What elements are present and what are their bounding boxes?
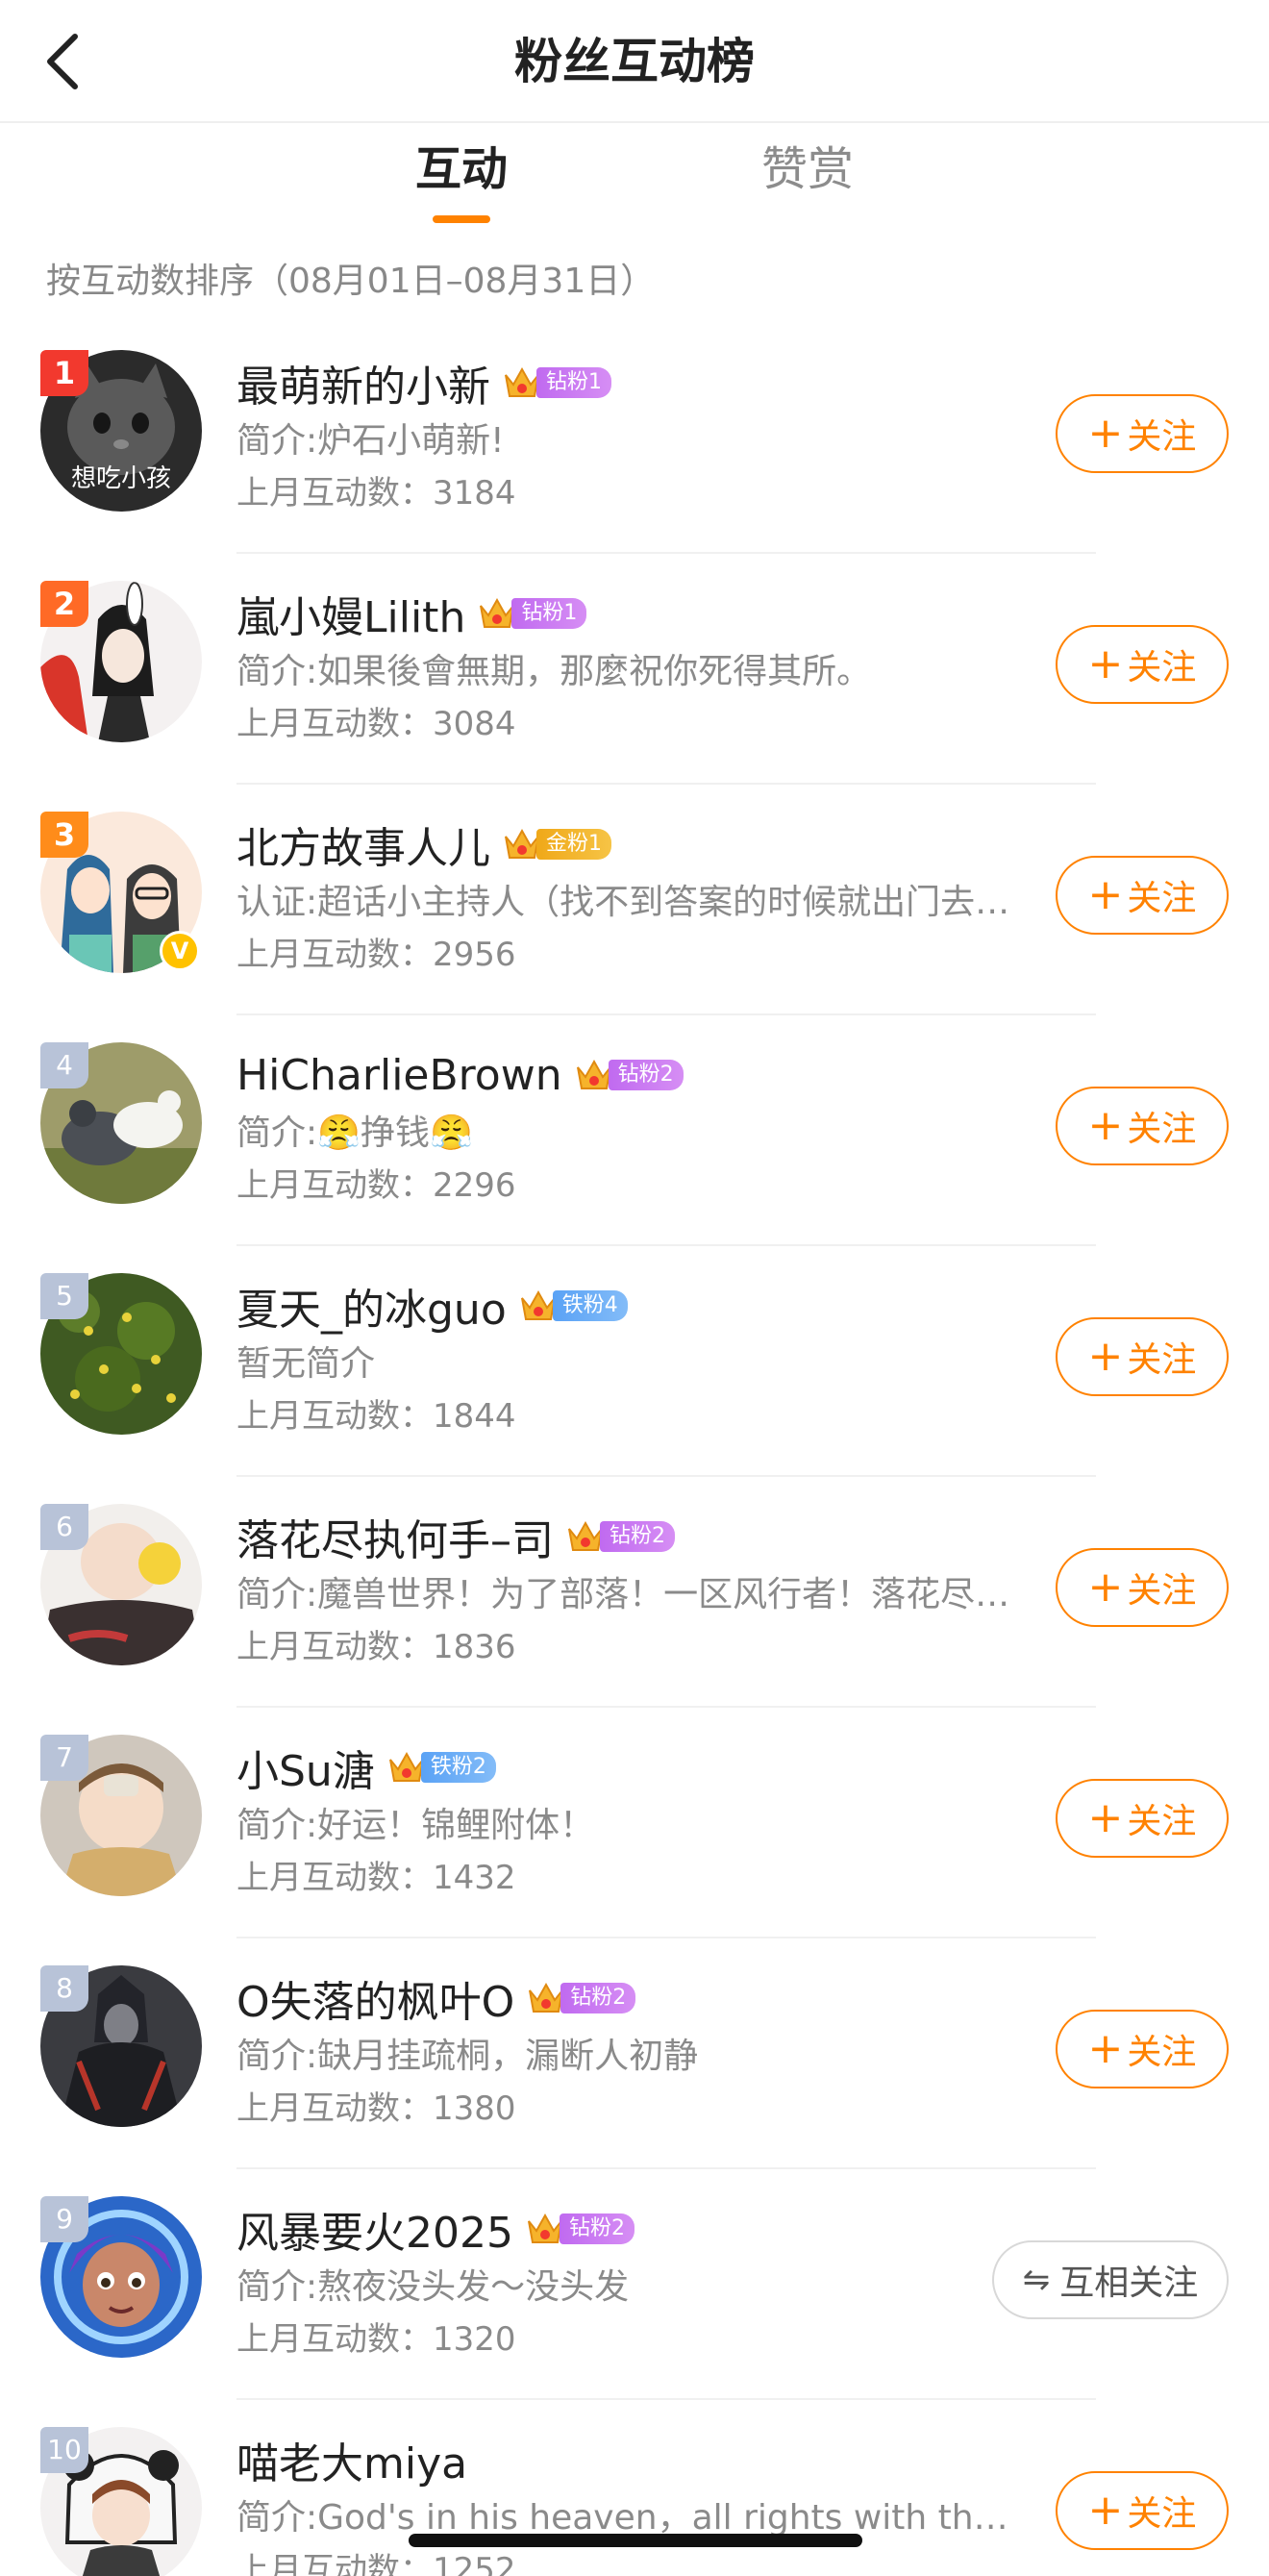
rank-badge: 8 — [40, 1965, 88, 2012]
interaction-count: 上月互动数：2956 — [236, 936, 516, 974]
username[interactable]: 喵老大miya — [236, 2429, 467, 2490]
user-bio: 简介:炉石小萌新! — [236, 421, 505, 461]
rank-badge: 1 — [40, 350, 88, 396]
follow-button[interactable]: + 关注 — [1056, 1087, 1229, 1165]
follow-button[interactable]: + 关注 — [1056, 394, 1229, 473]
rank-badge: 2 — [40, 581, 88, 627]
fan-level-badge: 钻粉1 — [502, 363, 611, 402]
plus-icon: + — [1087, 2024, 1124, 2073]
interaction-count: 上月互动数：1380 — [236, 2089, 516, 2128]
username[interactable]: HiCharlieBrown — [236, 1051, 562, 1100]
follow-button[interactable]: + 关注 — [1056, 2471, 1229, 2550]
sort-hint: 按互动数排序（08月01日–08月31日） — [46, 262, 656, 301]
mutual-follow-button[interactable]: ⇋ 互相关注 — [992, 2240, 1229, 2319]
active-tab-indicator — [433, 215, 490, 223]
list-item[interactable]: 10 喵老大miya 简介:God's in his heaven，all ri… — [0, 2400, 1269, 2576]
username[interactable]: 小Su溏 — [236, 1737, 375, 1798]
interaction-count: 上月互动数：1320 — [236, 2320, 516, 2359]
tab-bar: 互动 赞赏 — [0, 123, 1269, 229]
list-item[interactable]: 4 HiCharlieBrown 钻粉2 简介:😤挣钱😤 上月互动数：2296 … — [0, 1015, 1269, 1246]
interaction-count: 上月互动数：3084 — [236, 705, 516, 743]
home-indicator — [409, 2534, 862, 2547]
follow-button[interactable]: + 关注 — [1056, 1779, 1229, 1858]
list-item[interactable]: 2 嵐小嫚Lilith 钻粉1 简介:如果後會無期，那麼祝你死得其所。 上月互动… — [0, 554, 1269, 785]
rank-badge: 3 — [40, 812, 88, 858]
interaction-count: 上月互动数：1432 — [236, 1859, 516, 1897]
follow-button[interactable]: + 关注 — [1056, 625, 1229, 704]
follow-button[interactable]: + 关注 — [1056, 1317, 1229, 1396]
plus-icon: + — [1087, 409, 1124, 458]
username[interactable]: 北方故事人儿 — [236, 813, 490, 875]
user-bio: 简介:😤挣钱😤 — [236, 1113, 473, 1153]
fan-level-badge: 钻粉2 — [565, 1517, 675, 1556]
tab-reward[interactable]: 赞赏 — [711, 137, 904, 202]
interaction-count: 上月互动数：1844 — [236, 1397, 516, 1436]
list-item[interactable]: 6 落花尽执何手–司 钻粉2 简介:魔兽世界！为了部落！一区风行者！落花尽… 上… — [0, 1477, 1269, 1708]
interaction-count: 上月互动数：3184 — [236, 474, 516, 513]
user-bio: 认证:超话小主持人（找不到答案的时候就出门去… — [236, 883, 1010, 922]
rank-badge: 6 — [40, 1504, 88, 1550]
rank-badge: 9 — [40, 2196, 88, 2242]
list-item[interactable]: 9 风暴要火2025 钻粉2 简介:熬夜没头发～没头发 上月互动数：1320 ⇋… — [0, 2169, 1269, 2400]
fan-level-badge: 钻粉2 — [525, 2210, 634, 2248]
list-item[interactable]: 想吃小孩 1 最萌新的小新 钻粉1 简介:炉石小萌新! 上月互动数：3184 +… — [0, 323, 1269, 554]
fan-level-badge: 铁粉2 — [386, 1748, 496, 1787]
user-bio: 简介:熬夜没头发～没头发 — [236, 2267, 630, 2307]
user-bio: 暂无简介 — [236, 1344, 376, 1384]
rank-badge: 7 — [40, 1735, 88, 1781]
plus-icon: + — [1087, 870, 1124, 919]
list-item[interactable]: 5 夏天_的冰guo 铁粉4 暂无简介 上月互动数：1844 + 关注 — [0, 1246, 1269, 1477]
list-item[interactable]: 3 V 北方故事人儿 金粉1 认证:超话小主持人（找不到答案的时候就出门去… 上… — [0, 785, 1269, 1015]
interaction-count: 上月互动数：1252 — [236, 2551, 516, 2576]
plus-icon: + — [1087, 1101, 1124, 1150]
rank-badge: 10 — [40, 2427, 88, 2473]
fan-level-badge: 钻粉2 — [574, 1056, 684, 1094]
page-title: 粉丝互动榜 — [514, 34, 755, 89]
user-bio: 简介:缺月挂疏桐，漏断人初静 — [236, 2037, 699, 2076]
fan-level-badge: 钻粉2 — [526, 1979, 636, 2017]
plus-icon: + — [1087, 1563, 1124, 1612]
fan-level-badge: 金粉1 — [502, 825, 611, 863]
user-bio: 简介:好运！锦鲤附体！ — [236, 1806, 595, 1845]
tab-interaction[interactable]: 互动 — [365, 137, 558, 202]
username[interactable]: 落花尽执何手–司 — [236, 1506, 554, 1567]
interaction-count: 上月互动数：1836 — [236, 1628, 516, 1666]
username[interactable]: O失落的枫叶O — [236, 1967, 514, 2029]
follow-button[interactable]: + 关注 — [1056, 2010, 1229, 2088]
plus-icon: + — [1087, 1793, 1124, 1842]
follow-button[interactable]: + 关注 — [1056, 1548, 1229, 1627]
navigation-bar: 粉丝互动榜 — [0, 0, 1269, 123]
list-item[interactable]: 8 O失落的枫叶O 钻粉2 简介:缺月挂疏桐，漏断人初静 上月互动数：1380 … — [0, 1938, 1269, 2169]
rank-badge: 4 — [40, 1042, 88, 1088]
username[interactable]: 最萌新的小新 — [236, 352, 490, 413]
fan-level-badge: 铁粉4 — [518, 1287, 628, 1325]
plus-icon: + — [1087, 2486, 1124, 2535]
user-bio: 简介:魔兽世界！为了部落！一区风行者！落花尽… — [236, 1575, 1010, 1614]
fan-ranking-list: 想吃小孩 1 最萌新的小新 钻粉1 简介:炉石小萌新! 上月互动数：3184 +… — [0, 323, 1269, 2576]
swap-arrows-icon: ⇋ — [1022, 2261, 1051, 2299]
plus-icon: + — [1087, 639, 1124, 688]
user-bio: 简介:如果後會無期，那麼祝你死得其所。 — [236, 652, 872, 691]
username[interactable]: 嵐小嫚Lilith — [236, 583, 465, 644]
interaction-count: 上月互动数：2296 — [236, 1166, 516, 1205]
avatar-caption: 想吃小孩 — [70, 464, 171, 493]
username[interactable]: 风暴要火2025 — [236, 2198, 513, 2260]
username[interactable]: 夏天_的冰guo — [236, 1275, 507, 1337]
follow-button[interactable]: + 关注 — [1056, 856, 1229, 935]
rank-badge: 5 — [40, 1273, 88, 1319]
fan-level-badge: 钻粉1 — [477, 594, 587, 633]
list-item[interactable]: 7 小Su溏 铁粉2 简介:好运！锦鲤附体！ 上月互动数：1432 + 关注 — [0, 1708, 1269, 1938]
plus-icon: + — [1087, 1332, 1124, 1381]
verified-icon: V — [160, 931, 200, 971]
